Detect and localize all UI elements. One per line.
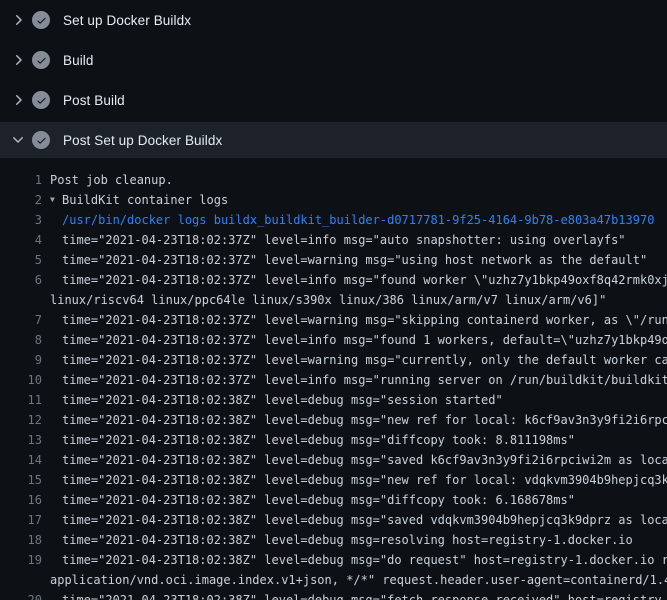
log-line: 7 time="2021-04-23T18:02:37Z" level=warni… xyxy=(0,310,667,330)
check-circle-icon xyxy=(32,51,50,69)
log-line: 12 time="2021-04-23T18:02:38Z" level=debu… xyxy=(0,410,667,430)
log-line: 15 time="2021-04-23T18:02:38Z" level=debu… xyxy=(0,470,667,490)
log-line: 16 time="2021-04-23T18:02:38Z" level=debu… xyxy=(0,490,667,510)
log-line-text: linux/riscv64 linux/ppc64le linux/s390x … xyxy=(50,290,606,310)
log-line-text[interactable]: BuildKit container logs xyxy=(62,190,228,210)
log-line: 10 time="2021-04-23T18:02:37Z" level=info… xyxy=(0,370,667,390)
chevron-right-icon[interactable] xyxy=(10,92,26,108)
chevron-down-icon[interactable] xyxy=(10,132,26,148)
step-row-post-build[interactable]: Post Build xyxy=(0,80,667,120)
log-line-number xyxy=(0,570,42,590)
log-line-number[interactable]: 19 xyxy=(0,550,42,570)
log-line-text: time="2021-04-23T18:02:38Z" level=debug … xyxy=(62,590,667,600)
check-circle-icon xyxy=(32,131,50,149)
log-output-panel: 1 Post job cleanup. 2 ▼BuildKit container l… xyxy=(0,160,667,600)
step-title: Post Set up Docker Buildx xyxy=(63,133,222,148)
log-line-number[interactable]: 6 xyxy=(0,270,42,290)
step-row-build[interactable]: Build xyxy=(0,40,667,80)
log-line-number[interactable]: 5 xyxy=(0,250,42,270)
check-circle-icon xyxy=(32,11,50,29)
log-line-number[interactable]: 10 xyxy=(0,370,42,390)
log-line-number[interactable]: 13 xyxy=(0,430,42,450)
log-line: 4 time="2021-04-23T18:02:37Z" level=info … xyxy=(0,230,667,250)
step-title: Post Build xyxy=(63,93,125,108)
log-line-text: time="2021-04-23T18:02:37Z" level=info m… xyxy=(62,230,626,250)
log-line-number[interactable]: 20 xyxy=(0,590,42,600)
log-line-text: time="2021-04-23T18:02:37Z" level=info m… xyxy=(62,370,667,390)
step-row-set-up-docker-buildx[interactable]: Set up Docker Buildx xyxy=(0,0,667,40)
step-title: Build xyxy=(63,53,94,68)
log-line-number[interactable]: 17 xyxy=(0,510,42,530)
log-line-text: time="2021-04-23T18:02:38Z" level=debug … xyxy=(62,410,667,430)
log-line-text: time="2021-04-23T18:02:38Z" level=debug … xyxy=(62,550,667,570)
log-line-text: time="2021-04-23T18:02:37Z" level=warnin… xyxy=(62,310,667,330)
group-collapse-triangle-icon[interactable]: ▼ xyxy=(50,190,62,210)
log-line-text: application/vnd.oci.image.index.v1+json,… xyxy=(50,570,667,590)
log-line-number[interactable]: 1 xyxy=(0,170,42,190)
log-line: 6 time="2021-04-23T18:02:37Z" level=info … xyxy=(0,270,667,290)
log-line-text: time="2021-04-23T18:02:38Z" level=debug … xyxy=(62,430,575,450)
log-line-text: time="2021-04-23T18:02:38Z" level=debug … xyxy=(62,390,503,410)
log-line-text: time="2021-04-23T18:02:38Z" level=debug … xyxy=(62,470,667,490)
log-line: 5 time="2021-04-23T18:02:37Z" level=warni… xyxy=(0,250,667,270)
log-line: 11 time="2021-04-23T18:02:38Z" level=debu… xyxy=(0,390,667,410)
log-line-text: time="2021-04-23T18:02:38Z" level=debug … xyxy=(62,450,667,470)
log-line-number xyxy=(0,290,42,310)
log-line: 3/usr/bin/docker logs buildx_buildkit_bu… xyxy=(0,210,667,230)
log-line-number[interactable]: 8 xyxy=(0,330,42,350)
log-line-number[interactable]: 14 xyxy=(0,450,42,470)
log-line-text: time="2021-04-23T18:02:38Z" level=debug … xyxy=(62,530,633,550)
log-line-text: time="2021-04-23T18:02:38Z" level=debug … xyxy=(62,510,667,530)
log-line-number[interactable]: 11 xyxy=(0,390,42,410)
log-line-number[interactable]: 7 xyxy=(0,310,42,330)
chevron-right-icon[interactable] xyxy=(10,52,26,68)
log-line: 9 time="2021-04-23T18:02:37Z" level=warni… xyxy=(0,350,667,370)
log-line: 13 time="2021-04-23T18:02:38Z" level=debu… xyxy=(0,430,667,450)
log-line: 2 ▼BuildKit container logs xyxy=(0,190,667,210)
log-line: 18 time="2021-04-23T18:02:38Z" level=debu… xyxy=(0,530,667,550)
log-line-text: time="2021-04-23T18:02:37Z" level=info m… xyxy=(62,330,667,350)
step-row-post-set-up-docker-buildx[interactable]: Post Set up Docker Buildx xyxy=(0,120,667,160)
log-line-number[interactable]: 18 xyxy=(0,530,42,550)
log-line: 8 time="2021-04-23T18:02:37Z" level=info … xyxy=(0,330,667,350)
log-line-number[interactable]: 16 xyxy=(0,490,42,510)
log-line-number[interactable]: 2 xyxy=(0,190,42,210)
log-line-number[interactable]: 4 xyxy=(0,230,42,250)
log-line-text: time="2021-04-23T18:02:37Z" level=warnin… xyxy=(62,250,647,270)
log-line-number[interactable]: 9 xyxy=(0,350,42,370)
log-line-text: time="2021-04-23T18:02:38Z" level=debug … xyxy=(62,490,575,510)
log-line-number[interactable]: 12 xyxy=(0,410,42,430)
log-command-text: /usr/bin/docker logs buildx_buildkit_bui… xyxy=(62,210,654,230)
log-line-text: time="2021-04-23T18:02:37Z" level=info m… xyxy=(62,270,667,290)
log-line: 20 time="2021-04-23T18:02:38Z" level=debu… xyxy=(0,590,667,600)
log-line: 19 time="2021-04-23T18:02:38Z" level=debu… xyxy=(0,550,667,570)
step-title: Set up Docker Buildx xyxy=(63,13,191,28)
steps-list: Set up Docker Buildx Build Post Build Po… xyxy=(0,0,667,160)
chevron-right-icon[interactable] xyxy=(10,12,26,28)
log-line: 17 time="2021-04-23T18:02:38Z" level=debu… xyxy=(0,510,667,530)
log-line-number[interactable]: 3 xyxy=(0,210,42,230)
log-line-wrap: linux/riscv64 linux/ppc64le linux/s390x … xyxy=(0,290,667,310)
log-line-text: time="2021-04-23T18:02:37Z" level=warnin… xyxy=(62,350,667,370)
log-line: 14 time="2021-04-23T18:02:38Z" level=debu… xyxy=(0,450,667,470)
log-line-number[interactable]: 15 xyxy=(0,470,42,490)
log-line: 1 Post job cleanup. xyxy=(0,170,667,190)
log-line-wrap: application/vnd.oci.image.index.v1+json,… xyxy=(0,570,667,590)
log-line-text: Post job cleanup. xyxy=(50,170,173,190)
check-circle-icon xyxy=(32,91,50,109)
